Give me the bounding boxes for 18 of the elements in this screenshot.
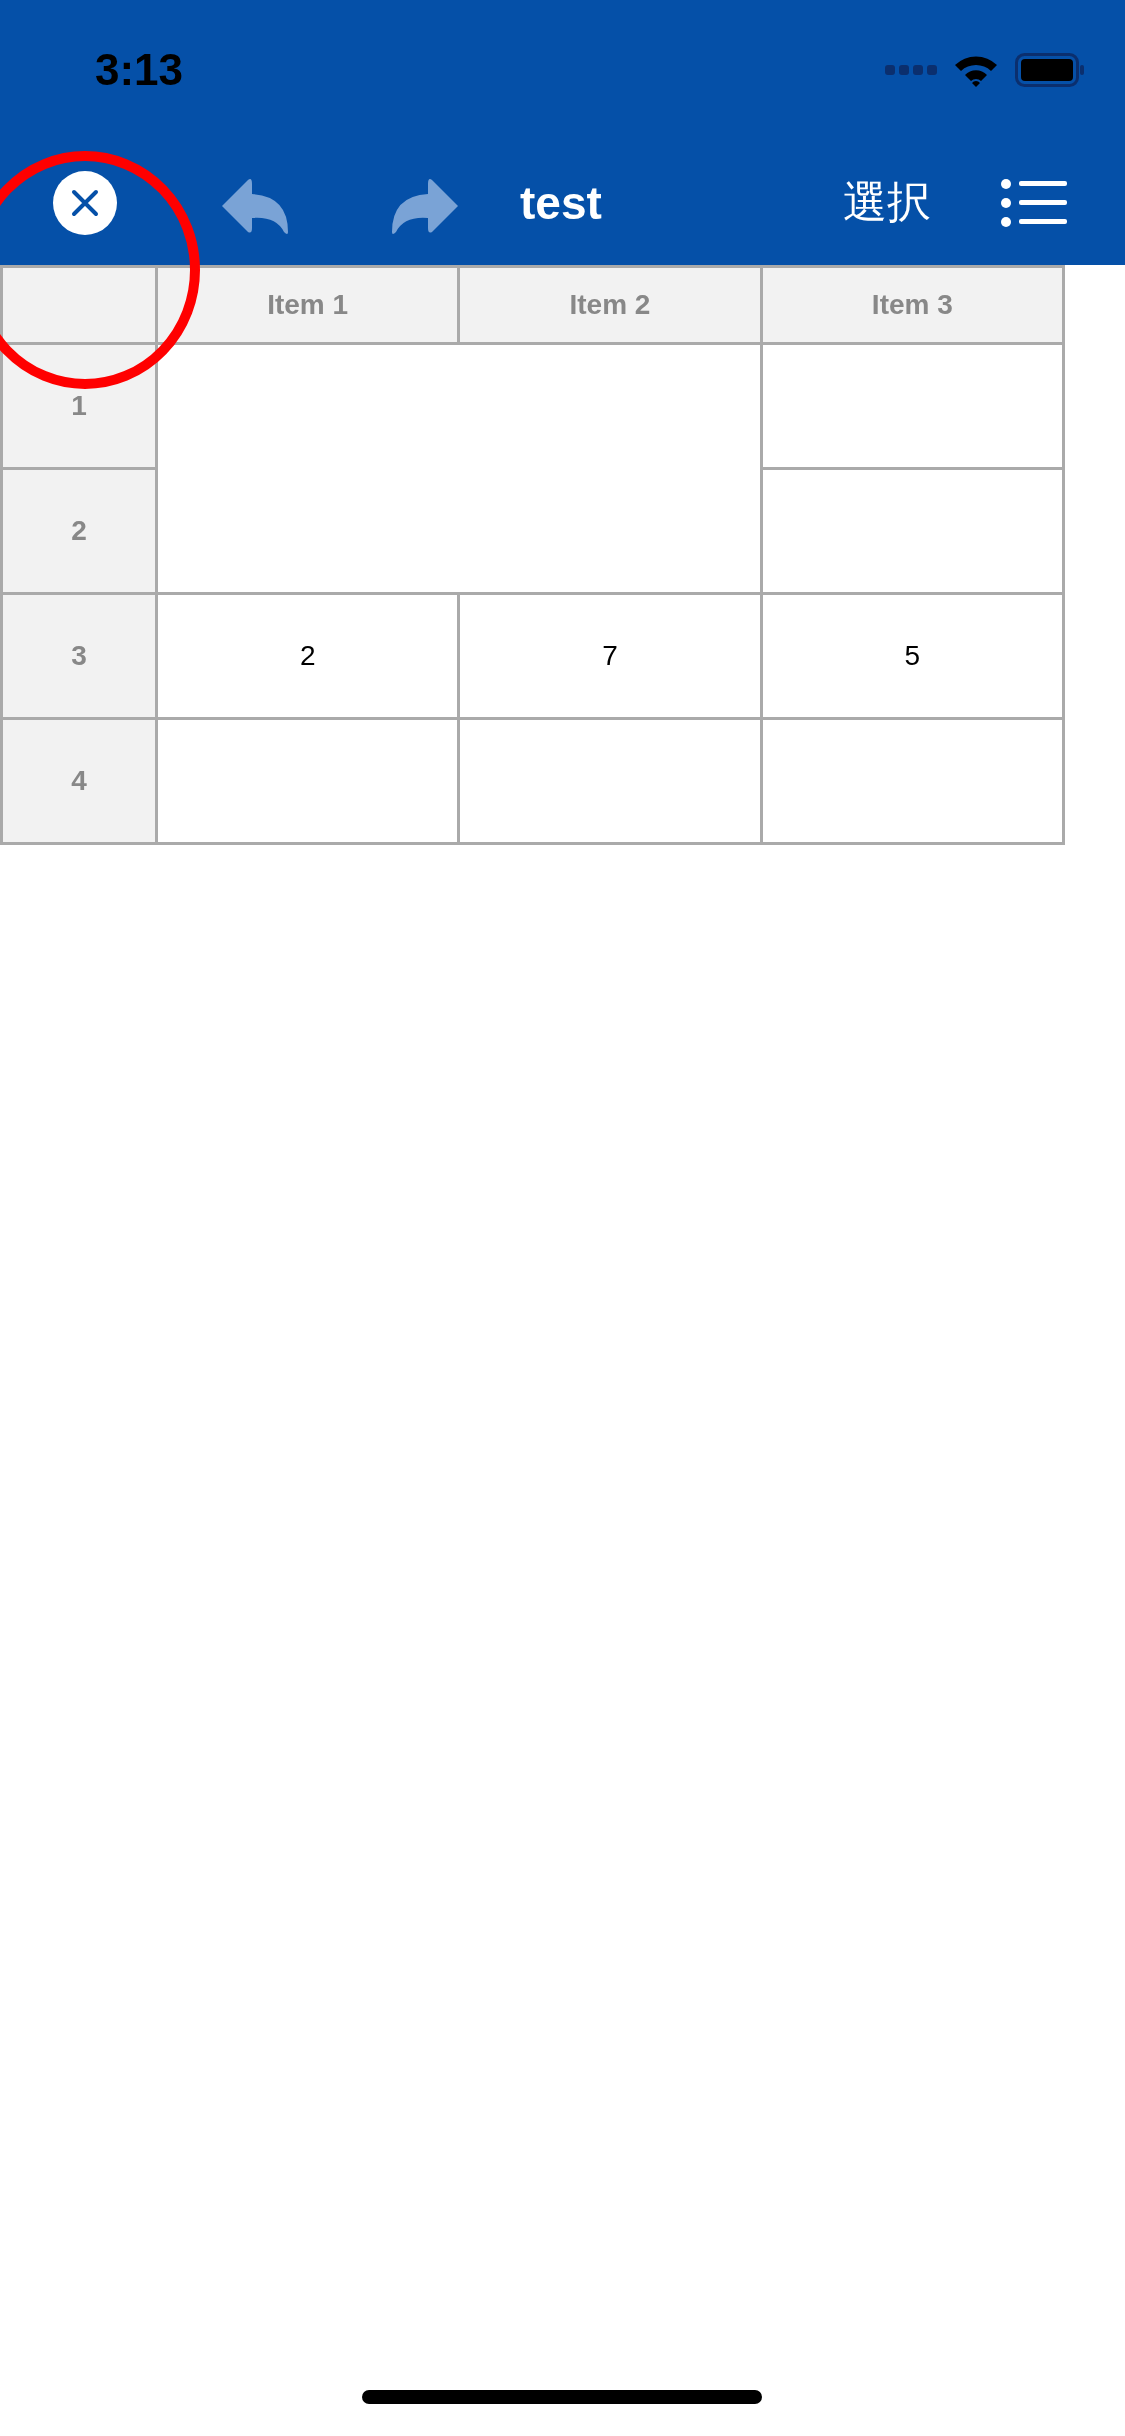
close-button[interactable] (53, 170, 117, 235)
row-header: 1 (1, 343, 157, 469)
menu-icon[interactable] (1001, 178, 1067, 227)
status-time: 3:13 (95, 45, 184, 95)
table-cell: 7 (458, 593, 762, 719)
select-button[interactable]: 選択 (843, 173, 931, 232)
wifi-icon (953, 53, 999, 87)
column-header: Item 2 (458, 266, 762, 344)
table-cell: 2 (156, 593, 459, 719)
battery-icon (1015, 53, 1085, 87)
signal-icon (885, 64, 937, 76)
document-title: test (520, 175, 602, 230)
row-header: 4 (1, 718, 157, 844)
column-header: Item 3 (761, 266, 1064, 344)
table-cell: 5 (761, 593, 1064, 719)
column-header: Item 1 (156, 266, 459, 344)
row-header: 3 (1, 593, 157, 719)
row-header: 2 (1, 468, 157, 594)
